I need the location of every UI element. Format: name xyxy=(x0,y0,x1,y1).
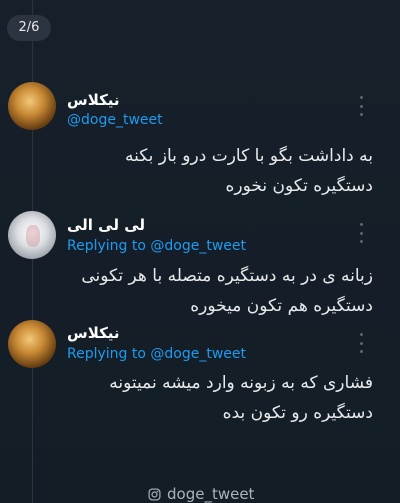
image-counter[interactable]: 2/6 xyxy=(7,15,51,41)
replying-to-label[interactable]: Replying to @doge_tweet xyxy=(67,238,246,254)
display-name[interactable]: نیکلاس xyxy=(67,91,120,109)
display-name[interactable]: لی لی الی xyxy=(67,216,145,234)
avatar[interactable] xyxy=(8,82,56,130)
more-options-icon[interactable] xyxy=(357,96,365,116)
footer-handle: doge_tweet xyxy=(167,485,255,503)
user-handle[interactable]: @doge_tweet xyxy=(67,112,163,128)
replying-to-label[interactable]: Replying to @doge_tweet xyxy=(67,346,246,362)
more-options-icon[interactable] xyxy=(357,223,365,243)
tweet-text: زبانه ی در به دستگیره متصله با هر تکونی … xyxy=(81,266,373,316)
screenshot-page: 2/6 نیکلاس @doge_tweet به داداشت بگو با … xyxy=(0,0,400,503)
avatar[interactable] xyxy=(8,320,56,368)
more-options-icon[interactable] xyxy=(357,333,365,353)
display-name[interactable]: نیکلاس xyxy=(67,324,120,342)
instagram-icon xyxy=(148,487,161,501)
footer-watermark: doge_tweet xyxy=(148,485,254,503)
tweet-text: فشاری که به زبونه وارد میشه نمیتونه دستگ… xyxy=(109,373,373,423)
avatar[interactable] xyxy=(8,211,56,259)
tweet-text: به داداشت بگو با کارت درو باز بکنه دستگی… xyxy=(125,146,373,196)
